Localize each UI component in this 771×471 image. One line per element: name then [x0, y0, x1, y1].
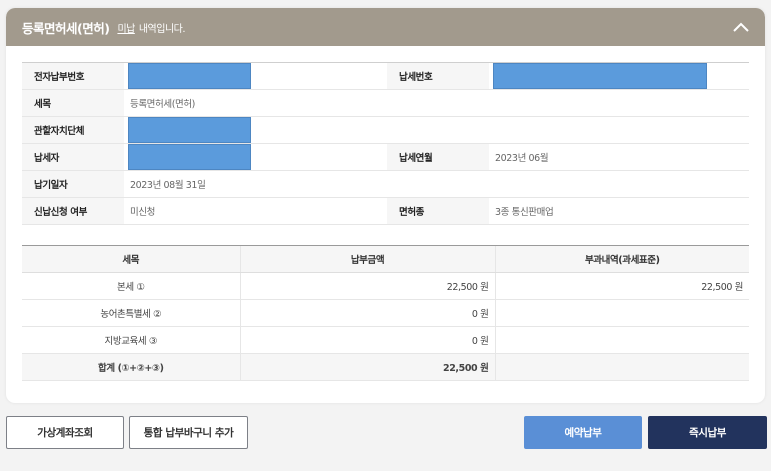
info-row: 세목 등록면허세(면허): [22, 89, 749, 117]
info-row: 관할자치단체: [22, 116, 749, 144]
collapse-button[interactable]: [731, 17, 751, 37]
redacted-mask: [128, 117, 251, 143]
row-amount: 0 원: [239, 326, 495, 354]
installment-label: 신납신청 여부: [22, 197, 124, 225]
due-date-label: 납기일자: [22, 170, 124, 198]
col-header-amount: 납부금액: [239, 245, 495, 273]
electronic-payment-no-label: 전자납부번호: [22, 62, 124, 90]
due-date-value: 2023년 08월 31일: [124, 170, 749, 198]
tax-year-month-value: 2023년 06월: [489, 143, 749, 171]
redacted-mask: [493, 63, 707, 89]
tax-year-month-label: 납세연월: [387, 143, 489, 171]
tax-item-label: 세목: [22, 89, 124, 117]
total-basis: [494, 353, 749, 381]
row-tax-item: 본세 ①: [22, 272, 240, 300]
col-header-tax-item: 세목: [22, 245, 240, 273]
row-amount: 22,500 원: [239, 272, 495, 300]
virtual-account-button[interactable]: 가상계좌조회: [6, 416, 124, 449]
license-type-label: 면허종: [387, 197, 489, 225]
taxpayer-label: 납세자: [22, 143, 124, 171]
panel-header: 등록면허세(면허) 미납 내역입니다.: [6, 8, 765, 46]
local-government-value: [124, 116, 749, 144]
info-row: 신납신청 여부 미신청 면허종 3종 통신판매업: [22, 197, 749, 225]
electronic-payment-no-value: [124, 62, 387, 90]
redacted-mask: [128, 144, 251, 170]
add-to-cart-button[interactable]: 통합 납부바구니 추가: [129, 416, 248, 449]
total-label: 합계 (①+②+③): [22, 353, 240, 381]
license-type-value: 3종 통신판매업: [489, 197, 749, 225]
taxpayer-value: [124, 143, 387, 171]
info-row: 납기일자 2023년 08월 31일: [22, 170, 749, 198]
redacted-mask: [128, 63, 251, 89]
table-row: 농어촌특별세 ② 0 원: [22, 299, 749, 327]
panel-title-suffix: 내역입니다.: [138, 23, 186, 35]
tax-detail-panel: 등록면허세(면허) 미납 내역입니다. 전자납부번호 납세번호 세목 등록면허세…: [6, 8, 765, 403]
payment-no-label: 납세번호: [387, 62, 489, 90]
info-row: 납세자 납세연월 2023년 06월: [22, 143, 749, 171]
row-tax-item: 농어촌특별세 ②: [22, 299, 240, 327]
row-basis: [494, 299, 749, 327]
tax-info-table: 전자납부번호 납세번호 세목 등록면허세(면허) 관할자치단체 납세자 납세연월…: [22, 62, 749, 225]
reserve-pay-button[interactable]: 예약납부: [524, 416, 642, 449]
local-government-label: 관할자치단체: [22, 116, 124, 144]
panel-title: 등록면허세(면허): [22, 20, 110, 36]
info-row: 전자납부번호 납세번호: [22, 62, 749, 90]
total-row: 합계 (①+②+③) 22,500 원: [22, 353, 749, 381]
row-tax-item: 지방교육세 ③: [22, 326, 240, 354]
table-row: 지방교육세 ③ 0 원: [22, 326, 749, 354]
tax-item-value: 등록면허세(면허): [124, 89, 749, 117]
amount-table: 세목 납부금액 부과내역(과세표준) 본세 ① 22,500 원 22,500 …: [22, 245, 749, 381]
installment-value: 미신청: [124, 197, 387, 225]
pay-now-button[interactable]: 즉시납부: [648, 416, 767, 449]
col-header-basis: 부과내역(과세표준): [494, 245, 749, 273]
row-amount: 0 원: [239, 299, 495, 327]
row-basis: 22,500 원: [494, 272, 749, 300]
chevron-up-icon: [733, 22, 749, 32]
row-basis: [494, 326, 749, 354]
unpaid-link[interactable]: 미납: [117, 20, 135, 35]
total-amount: 22,500 원: [239, 353, 495, 381]
table-row: 본세 ① 22,500 원 22,500 원: [22, 272, 749, 300]
payment-no-value: [489, 62, 749, 90]
